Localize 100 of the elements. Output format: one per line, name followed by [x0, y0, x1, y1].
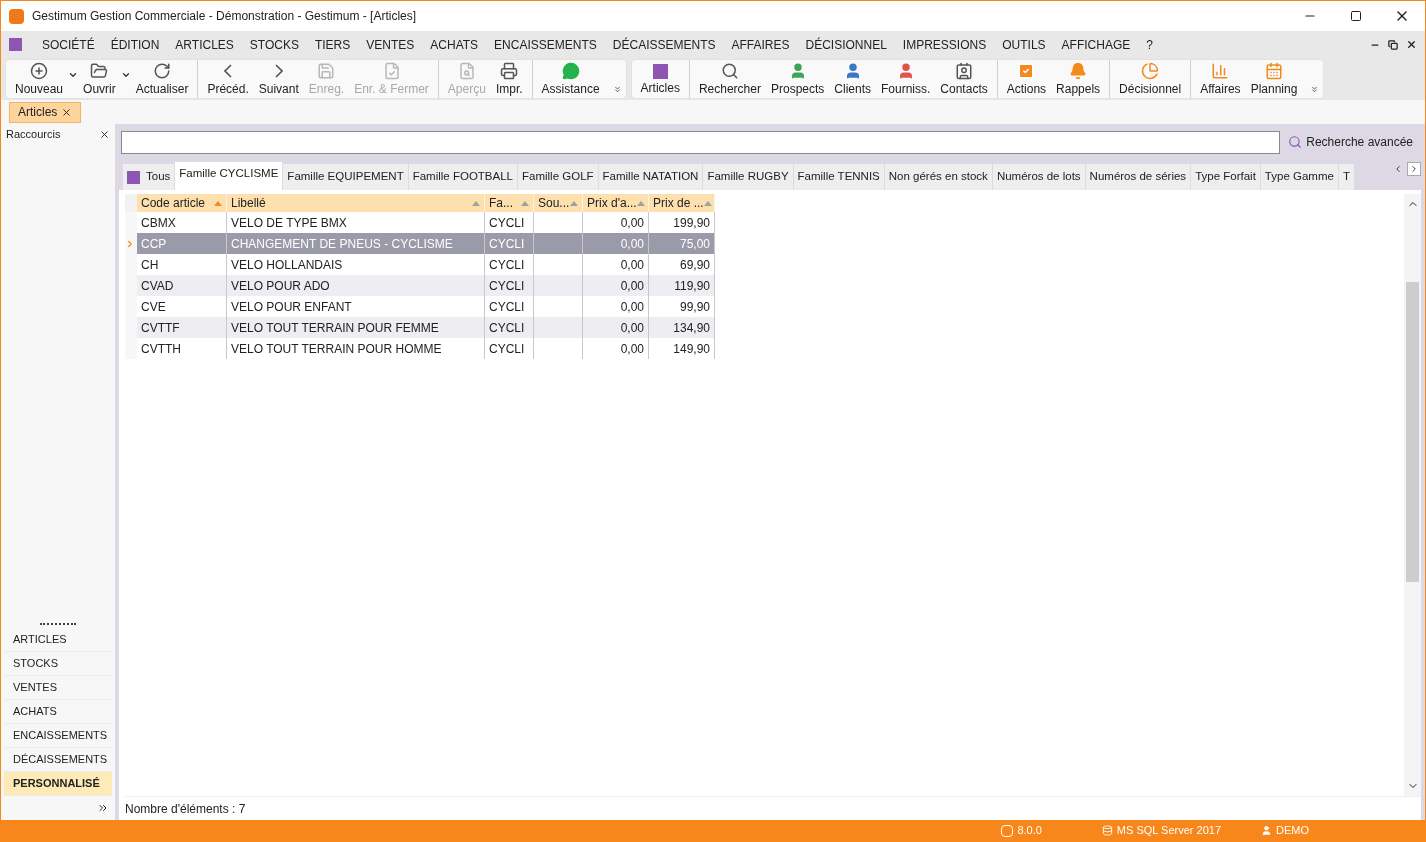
- table-row[interactable]: CH VELO HOLLANDAIS CYCLI 0,00 69,90: [125, 254, 715, 275]
- close-icon[interactable]: [99, 128, 110, 140]
- toolbar-button[interactable]: Affaires: [1195, 60, 1246, 98]
- filter-tab[interactable]: Famille EQUIPEMENT: [283, 164, 409, 190]
- folder-icon: [90, 62, 109, 80]
- toolbar-button[interactable]: Décisionnel: [1114, 60, 1187, 98]
- toolbar-button[interactable]: Articles: [635, 60, 685, 98]
- row-indicator: [125, 212, 137, 233]
- toolbar-button[interactable]: Rechercher: [693, 60, 766, 98]
- column-header[interactable]: Fa...: [485, 194, 534, 212]
- chevron-left-icon: [1393, 164, 1403, 174]
- printer-icon: [500, 62, 519, 80]
- row-indicator-header: [125, 194, 137, 212]
- item-count: Nombre d'éléments : 7: [125, 800, 246, 818]
- column-header[interactable]: Code article: [137, 194, 227, 212]
- toolbar-button[interactable]: Clients: [829, 60, 876, 98]
- menu-item[interactable]: DÉCISIONNEL: [797, 35, 895, 54]
- menu-item[interactable]: DÉCAISSEMENTS: [604, 35, 724, 54]
- sidebar-item[interactable]: VENTES: [4, 676, 112, 700]
- toolbar-button[interactable]: Suivant: [253, 60, 304, 98]
- filter-tab[interactable]: Type Forfait: [1191, 164, 1261, 190]
- document-tab[interactable]: Articles: [9, 101, 82, 123]
- mdi-restore-icon[interactable]: [1388, 39, 1398, 50]
- table-row[interactable]: CVAD VELO POUR ADO CYCLI 0,00 119,90: [125, 275, 715, 296]
- toolbar-button[interactable]: Planning: [1245, 60, 1303, 98]
- filter-tab[interactable]: Non gérés en stock: [884, 164, 993, 190]
- menu-item[interactable]: ARTICLES: [167, 35, 242, 54]
- dropdown-caret-icon[interactable]: [120, 70, 131, 80]
- column-header[interactable]: Prix de ...: [649, 194, 715, 212]
- user-icon: [1261, 825, 1272, 836]
- expand-icon[interactable]: [97, 802, 109, 814]
- toolbar-button[interactable]: Précéd.: [202, 60, 254, 98]
- menu-item[interactable]: TIERS: [306, 35, 359, 54]
- menu-item[interactable]: VENTES: [358, 35, 423, 54]
- window-title: Gestimum Gestion Commerciale - Démonstration - Gestimum - [Articles]: [32, 8, 417, 25]
- toolbar-button[interactable]: Rappels: [1051, 60, 1106, 98]
- app-logo-icon: [9, 8, 24, 24]
- table-row[interactable]: CVTTH VELO TOUT TERRAIN POUR HOMME CYCLI 0,00 149,90: [125, 338, 715, 359]
- overflow-icon[interactable]: [612, 85, 622, 94]
- menu-item[interactable]: ENCAISSEMENTS: [486, 35, 605, 54]
- table-row[interactable]: CVE VELO POUR ENFANT CYCLI 0,00 99,90: [125, 296, 715, 317]
- sidebar-item[interactable]: ACHATS: [4, 700, 112, 724]
- close-icon[interactable]: [61, 106, 73, 118]
- chevron-right-icon: [274, 64, 283, 78]
- toolbar-button[interactable]: Actualiser: [130, 60, 194, 98]
- menu-item[interactable]: AFFICHAGE: [1053, 35, 1139, 54]
- mdi-close-icon[interactable]: [1406, 39, 1417, 50]
- scroll-right-button[interactable]: [1407, 162, 1421, 176]
- search-icon: [720, 62, 739, 80]
- table-cell: 0,00: [583, 338, 649, 359]
- search-field[interactable]: [121, 130, 1281, 154]
- toolbar-button[interactable]: Assistance: [536, 60, 605, 98]
- floppy-icon: [317, 62, 336, 80]
- filter-tab[interactable]: Tous: [123, 164, 176, 190]
- resize-grip-icon[interactable]: [40, 621, 76, 625]
- vertical-scrollbar[interactable]: [1404, 194, 1421, 796]
- toolbar-button[interactable]: Nouveau: [10, 60, 69, 98]
- toolbar-button[interactable]: Actions: [1001, 60, 1052, 98]
- menu-item[interactable]: ÉDITION: [102, 35, 168, 54]
- current-row-icon: [125, 238, 135, 249]
- filter-tab[interactable]: Famille FOOTBALL: [408, 164, 518, 190]
- sidebar-item[interactable]: PERSONNALISÉ: [4, 772, 112, 796]
- sidebar-item[interactable]: ENCAISSEMENTS: [4, 724, 112, 748]
- sidebar-item[interactable]: STOCKS: [4, 652, 112, 676]
- filter-tab[interactable]: Famille CYCLISME: [175, 162, 284, 190]
- table-row[interactable]: CVTTF VELO TOUT TERRAIN POUR FEMME CYCLI 0,00 134,90: [125, 317, 715, 338]
- filter-tab[interactable]: Famille RUGBY: [703, 164, 794, 190]
- toolbar-button[interactable]: Impr.: [490, 60, 528, 98]
- sidebar-title: Raccourcis: [6, 126, 61, 142]
- filter-tab[interactable]: Famille NATATION: [598, 164, 704, 190]
- menu-item[interactable]: AFFAIRES: [723, 35, 798, 54]
- bell-icon: [1069, 62, 1088, 80]
- toolbar-button[interactable]: Ouvrir: [78, 60, 121, 98]
- database-icon: [1101, 825, 1113, 836]
- filter-tab[interactable]: Famille GOLF: [518, 164, 599, 190]
- toolbar-button[interactable]: Fourniss.: [876, 60, 936, 98]
- preview-icon: [457, 62, 476, 80]
- overflow-icon[interactable]: [1310, 85, 1320, 94]
- column-header[interactable]: Libellé: [227, 194, 485, 212]
- refresh-icon: [153, 62, 172, 80]
- filter-tab[interactable]: Famille TENNIS: [793, 164, 885, 190]
- checkbox-icon: [1017, 62, 1036, 80]
- advanced-search-button[interactable]: Recherche avancée: [1288, 133, 1421, 151]
- menu-item[interactable]: STOCKS: [241, 35, 307, 54]
- menu-item[interactable]: SOCIÉTÉ: [34, 35, 103, 54]
- menu-item[interactable]: ACHATS: [422, 35, 487, 54]
- menu-item[interactable]: OUTILS: [994, 35, 1054, 54]
- toolbar-button[interactable]: Prospects: [765, 60, 830, 98]
- filter-tab[interactable]: Numéros de lots: [992, 164, 1086, 190]
- filter-tab[interactable]: Numéros de séries: [1085, 164, 1192, 190]
- sidebar-item[interactable]: ARTICLES: [4, 628, 112, 652]
- toolbar-button[interactable]: Contacts: [935, 60, 993, 98]
- filter-tab[interactable]: Type Gamme: [1260, 164, 1339, 190]
- menu-item[interactable]: IMPRESSIONS: [894, 35, 995, 54]
- column-header[interactable]: Prix d'a...: [583, 194, 649, 212]
- dropdown-caret-icon[interactable]: [68, 70, 79, 80]
- menu-item[interactable]: ?: [1138, 35, 1161, 54]
- column-header[interactable]: Sou...: [534, 194, 583, 212]
- table-row[interactable]: CBMX VELO DE TYPE BMX CYCLI 0,00 199,90: [125, 212, 715, 233]
- user-label: DEMO: [1276, 823, 1309, 839]
